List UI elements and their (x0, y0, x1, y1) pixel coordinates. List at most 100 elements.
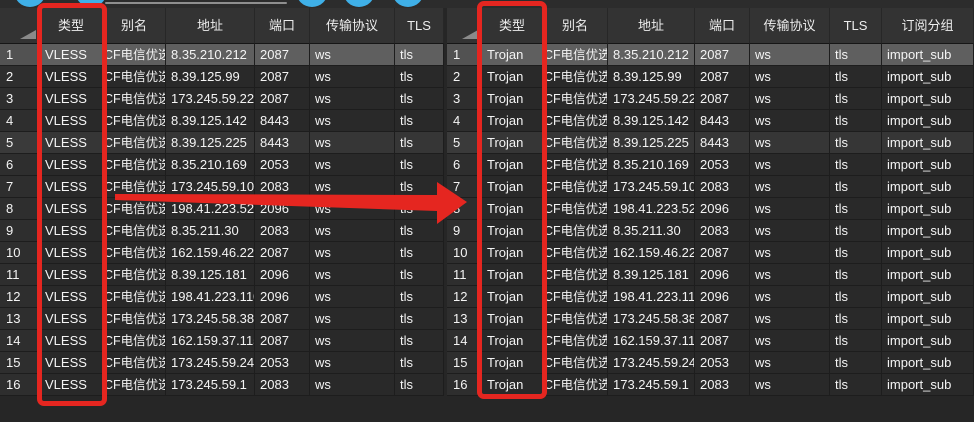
table-row[interactable]: 6TrojanCF电信优选8.35.210.1692053wstlsimport… (447, 154, 974, 176)
table-row[interactable]: 5TrojanCF电信优选8.39.125.2258443wstlsimport… (447, 132, 974, 154)
row-number-header[interactable] (447, 8, 482, 44)
table-row[interactable]: 15TrojanCF电信优选173.245.59.242053wstlsimpo… (447, 352, 974, 374)
cell-address: 8.39.125.99 (166, 66, 255, 88)
table-row[interactable]: 11VLESSCF电信优选8.39.125.1812096wstls (0, 264, 444, 286)
table-row[interactable]: 16VLESSCF电信优选173.245.59.12083wstls (0, 374, 444, 396)
table-row[interactable]: 14VLESSCF电信优选162.159.37.1152087wstls (0, 330, 444, 352)
cell-alias: CF电信优选 (103, 88, 166, 110)
cell-type: Trojan (482, 264, 543, 286)
cell-tls: tls (830, 352, 882, 374)
cell-group: import_sub (882, 374, 974, 396)
column-header-alias[interactable]: 别名 (543, 8, 608, 44)
column-header-tls[interactable]: TLS (830, 8, 882, 44)
table-row[interactable]: 3VLESSCF电信优选173.245.59.222087wstls (0, 88, 444, 110)
table-row[interactable]: 3TrojanCF电信优选173.245.59.222087wstlsimpor… (447, 88, 974, 110)
cell-type: VLESS (40, 176, 103, 198)
table-row[interactable]: 6VLESSCF电信优选8.35.210.1692053wstls (0, 154, 444, 176)
toolbar-circle-button-icon[interactable] (392, 0, 424, 7)
cell-num: 15 (447, 352, 482, 374)
corner-triangle-icon (20, 30, 36, 39)
toolbar-circle-button-icon[interactable] (14, 0, 46, 7)
cell-tls: tls (395, 176, 444, 198)
column-header-group[interactable]: 订阅分组 (882, 8, 974, 44)
cell-alias: CF电信优选 (103, 176, 166, 198)
table-row[interactable]: 7VLESSCF电信优选173.245.59.1022083wstls (0, 176, 444, 198)
column-header-transport[interactable]: 传输协议 (750, 8, 830, 44)
cell-port: 2096 (695, 286, 750, 308)
cell-transport: ws (750, 66, 830, 88)
cell-tls: tls (830, 176, 882, 198)
cell-tls: tls (395, 66, 444, 88)
table-row[interactable]: 10VLESSCF电信优选162.159.46.2212087wstls (0, 242, 444, 264)
table-row[interactable]: 15VLESSCF电信优选173.245.59.242053wstls (0, 352, 444, 374)
cell-num: 13 (447, 308, 482, 330)
table-row[interactable]: 4TrojanCF电信优选8.39.125.1428443wstlsimport… (447, 110, 974, 132)
table-row[interactable]: 16TrojanCF电信优选173.245.59.12083wstlsimpor… (447, 374, 974, 396)
column-header-tls[interactable]: TLS (395, 8, 444, 44)
column-header-address[interactable]: 地址 (608, 8, 695, 44)
cell-transport: ws (750, 44, 830, 66)
cell-alias: CF电信优选 (543, 88, 608, 110)
table-row[interactable]: 13TrojanCF电信优选173.245.58.382087wstlsimpo… (447, 308, 974, 330)
cell-port: 2083 (255, 374, 310, 396)
table-row[interactable]: 12TrojanCF电信优选198.41.223.1102096wstlsimp… (447, 286, 974, 308)
toolbar-circle-button-icon[interactable] (75, 0, 107, 7)
column-header-type[interactable]: 类型 (40, 8, 103, 44)
toolbar-circle-button-icon[interactable] (296, 0, 328, 7)
table-row[interactable]: 9VLESSCF电信优选8.35.211.302083wstls (0, 220, 444, 242)
table-row[interactable]: 8TrojanCF电信优选198.41.223.522096wstlsimpor… (447, 198, 974, 220)
cell-type: Trojan (482, 176, 543, 198)
column-header-alias[interactable]: 别名 (103, 8, 166, 44)
cell-type: VLESS (40, 374, 103, 396)
cell-address: 198.41.223.52 (608, 198, 695, 220)
cell-port: 2053 (255, 154, 310, 176)
cell-port: 2053 (695, 154, 750, 176)
table-row[interactable]: 13VLESSCF电信优选173.245.58.382087wstls (0, 308, 444, 330)
column-header-type[interactable]: 类型 (482, 8, 543, 44)
table-row[interactable]: 5VLESSCF电信优选8.39.125.2258443wstls (0, 132, 444, 154)
cell-address: 173.245.59.102 (608, 176, 695, 198)
table-row[interactable]: 8VLESSCF电信优选198.41.223.522096wstls (0, 198, 444, 220)
cell-tls: tls (395, 330, 444, 352)
table-row[interactable]: 9TrojanCF电信优选8.35.211.302083wstlsimport_… (447, 220, 974, 242)
table-row[interactable]: 11TrojanCF电信优选8.39.125.1812096wstlsimpor… (447, 264, 974, 286)
table-row[interactable]: 10TrojanCF电信优选162.159.46.2212087wstlsimp… (447, 242, 974, 264)
column-header-transport[interactable]: 传输协议 (310, 8, 395, 44)
cell-address: 8.39.125.99 (608, 66, 695, 88)
cell-alias: CF电信优选 (543, 66, 608, 88)
cell-transport: ws (310, 242, 395, 264)
column-header-address[interactable]: 地址 (166, 8, 255, 44)
cell-alias: CF电信优选 (543, 286, 608, 308)
table-row[interactable]: 2VLESSCF电信优选8.39.125.992087wstls (0, 66, 444, 88)
cell-port: 2053 (255, 352, 310, 374)
cell-group: import_sub (882, 220, 974, 242)
cell-tls: tls (395, 352, 444, 374)
table-row[interactable]: 14TrojanCF电信优选162.159.37.1152087wstlsimp… (447, 330, 974, 352)
cell-tls: tls (395, 154, 444, 176)
column-header-port[interactable]: 端口 (255, 8, 310, 44)
server-table-left-vless: 类型别名地址端口传输协议TLS1VLESSCF电信优选8.35.210.2122… (0, 8, 444, 422)
table-row[interactable]: 12VLESSCF电信优选198.41.223.1102096wstls (0, 286, 444, 308)
table-row[interactable]: 4VLESSCF电信优选8.39.125.1428443wstls (0, 110, 444, 132)
server-table-right-trojan: 类型别名地址端口传输协议TLS订阅分组1TrojanCF电信优选8.35.210… (447, 8, 974, 422)
table-row[interactable]: 1VLESSCF电信优选8.35.210.2122087wstls (0, 44, 444, 66)
row-number-header[interactable] (0, 8, 40, 44)
cell-type: Trojan (482, 88, 543, 110)
cell-alias: CF电信优选 (543, 154, 608, 176)
column-header-port[interactable]: 端口 (695, 8, 750, 44)
cell-tls: tls (830, 198, 882, 220)
cell-transport: ws (750, 286, 830, 308)
cell-group: import_sub (882, 198, 974, 220)
cell-type: Trojan (482, 220, 543, 242)
cell-transport: ws (750, 308, 830, 330)
cell-port: 2096 (255, 264, 310, 286)
cell-tls: tls (830, 264, 882, 286)
table-row[interactable]: 7TrojanCF电信优选173.245.59.1022083wstlsimpo… (447, 176, 974, 198)
toolbar-circle-button-icon[interactable] (343, 0, 375, 7)
cell-alias: CF电信优选 (103, 374, 166, 396)
cell-transport: ws (750, 374, 830, 396)
table-row[interactable]: 2TrojanCF电信优选8.39.125.992087wstlsimport_… (447, 66, 974, 88)
cell-type: Trojan (482, 198, 543, 220)
table-row[interactable]: 1TrojanCF电信优选8.35.210.2122087wstlsimport… (447, 44, 974, 66)
corner-triangle-icon (462, 30, 478, 39)
